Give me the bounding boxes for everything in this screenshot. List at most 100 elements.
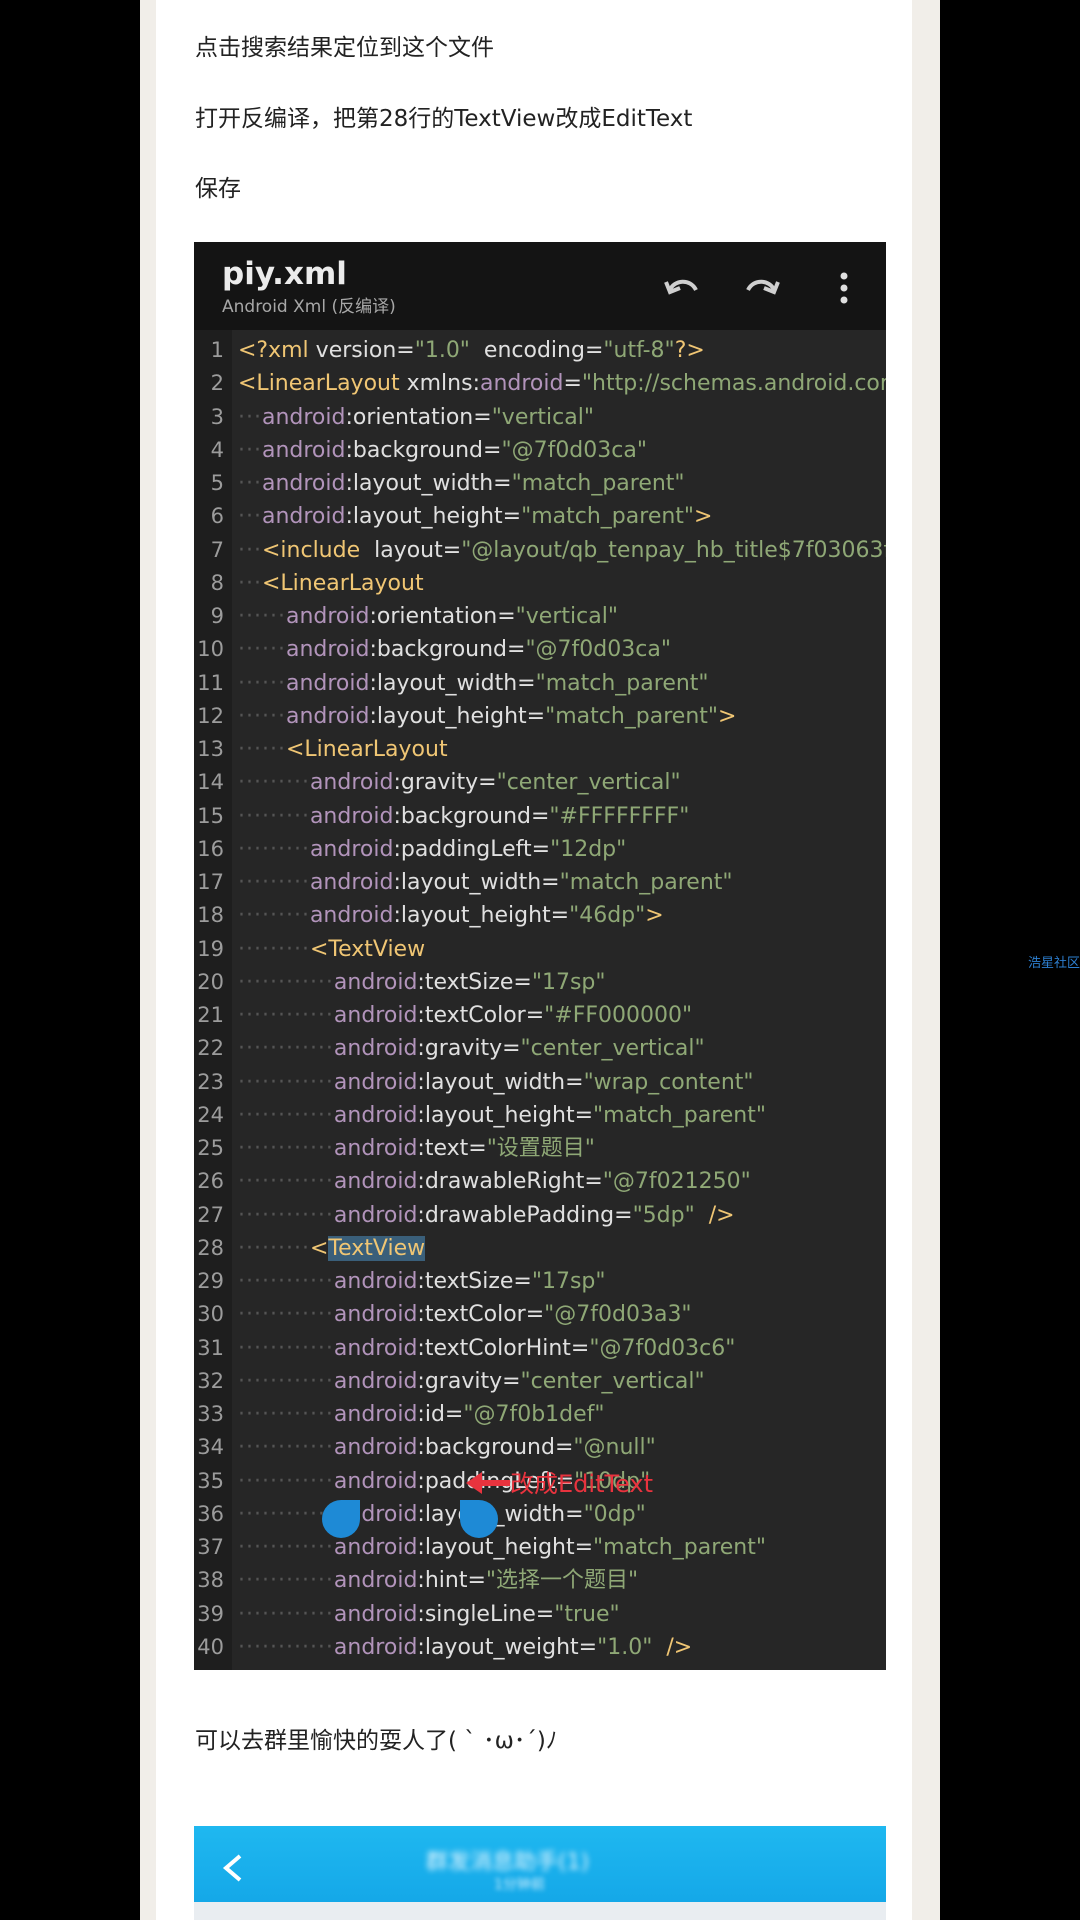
more-options-button[interactable] — [822, 266, 866, 310]
code-line[interactable]: 27 ············android:drawablePadding="5… — [194, 1199, 886, 1232]
code-line[interactable]: 5 ···android:layout_width="match_parent" — [194, 467, 886, 500]
code-token: android — [285, 670, 370, 696]
code-line[interactable]: 36 ············android:layout_width="0dp" — [194, 1498, 886, 1531]
code-line[interactable]: 34 ············android:background="@null" — [194, 1431, 886, 1464]
code-token: <LinearLayout — [261, 570, 424, 596]
selection-handle-right[interactable] — [460, 1500, 498, 1538]
line-content: ············android:layout_height="match… — [238, 1099, 766, 1132]
code-token: :layout_width= — [369, 670, 536, 696]
code-token: :gravity= — [417, 1036, 521, 1062]
line-content: ·········android:layout_width="match_par… — [238, 866, 733, 899]
code-line[interactable]: 31 ············android:textColorHint="@7f… — [194, 1332, 886, 1365]
code-line[interactable]: 24 ············android:layout_height="mat… — [194, 1099, 886, 1132]
code-line[interactable]: 29 ············android:textSize="17sp" — [194, 1265, 886, 1298]
code-token: <LinearLayout — [238, 371, 400, 397]
redo-icon — [746, 279, 780, 295]
code-token: :textColor= — [417, 1003, 545, 1028]
code-line[interactable]: 16 ·········android:paddingLeft="12dp" — [194, 833, 886, 866]
code-token: :layout_height= — [417, 1102, 594, 1128]
code-line[interactable]: 3 ···android:orientation="vertical" — [194, 401, 886, 434]
code-line[interactable]: 23 ············android:layout_width="wrap… — [194, 1066, 886, 1099]
code-token: ········· — [238, 870, 310, 895]
code-line[interactable]: 25 ············android:text="设置题目" — [194, 1132, 886, 1165]
line-content: ······android:background="@7f0d03ca" — [238, 633, 671, 666]
code-token: > — [645, 903, 664, 929]
line-number: 27 — [197, 1202, 224, 1227]
code-line[interactable]: 26 ············android:drawableRight="@7f… — [194, 1165, 886, 1198]
code-line[interactable]: 20 ············android:textSize="17sp" — [194, 966, 886, 999]
line-content: ············android:text="设置题目" — [238, 1132, 595, 1165]
code-token: "match_parent" — [521, 504, 695, 530]
code-line[interactable]: 28 ·········<TextView — [194, 1232, 886, 1265]
line-content: ···android:orientation="vertical" — [238, 401, 594, 434]
code-token: <LinearLayout — [285, 737, 448, 762]
code-token: "5dp" — [632, 1202, 695, 1228]
code-line[interactable]: 15 ·········android:background="#FFFFFFFF… — [194, 800, 886, 833]
code-token: ············ — [238, 1535, 334, 1560]
code-line[interactable]: 17 ·········android:layout_width="match_p… — [194, 866, 886, 899]
code-line[interactable]: 38 ············android:hint="选择一个题目" — [194, 1564, 886, 1597]
line-number: 31 — [197, 1335, 224, 1360]
code-token: :layout_weight= — [417, 1634, 598, 1660]
code-token: android — [309, 903, 394, 929]
line-number: 1 — [210, 338, 224, 362]
line-number: 8 — [210, 570, 224, 595]
code-line[interactable]: 30 ············android:textColor="@7f0d03… — [194, 1298, 886, 1331]
code-token: android — [333, 1435, 418, 1461]
code-token: :id= — [417, 1402, 464, 1427]
code-line[interactable]: 22 ············android:gravity="center_ve… — [194, 1032, 886, 1065]
code-line[interactable]: 33 ············android:id="@7f0b1def" — [194, 1398, 886, 1431]
code-line[interactable]: 10 ······android:background="@7f0d03ca" — [194, 633, 886, 666]
line-content: ············android:gravity="center_vert… — [238, 1032, 705, 1065]
code-line[interactable]: 21 ············android:textColor="#FF0000… — [194, 999, 886, 1032]
code-line[interactable]: 8 ···<LinearLayout — [194, 567, 886, 600]
code-token: "match_parent" — [593, 1102, 766, 1128]
line-number: 34 — [197, 1435, 224, 1460]
redo-button[interactable] — [740, 266, 784, 310]
code-line[interactable]: 32 ············android:gravity="center_ve… — [194, 1365, 886, 1398]
code-token: "17sp" — [531, 1269, 606, 1294]
code-token: ············ — [238, 1335, 334, 1361]
code-token: ··· — [238, 504, 262, 530]
code-token: android — [333, 1269, 418, 1294]
code-token: android — [479, 371, 564, 397]
code-token: android — [261, 471, 346, 496]
back-chevron-icon[interactable] — [214, 1848, 254, 1888]
line-number: 36 — [197, 1501, 224, 1526]
article-paragraph: 保存 — [195, 176, 241, 202]
code-token: ············ — [238, 1136, 334, 1161]
line-number: 17 — [197, 870, 224, 894]
code-line[interactable]: 1 <?xml version="1.0" encoding="utf-8"?> — [194, 334, 886, 367]
watermark: 浩星社区 — [1028, 956, 1080, 971]
code-line[interactable]: 18 ·········android:layout_height="46dp"> — [194, 899, 886, 932]
code-line[interactable]: 9 ······android:orientation="vertical" — [194, 600, 886, 633]
code-line[interactable]: 37 ············android:layout_height="mat… — [194, 1531, 886, 1564]
code-line[interactable]: 12 ······android:layout_height="match_par… — [194, 700, 886, 733]
code-token: ············ — [238, 1368, 334, 1394]
code-line[interactable]: 11 ······android:layout_width="match_pare… — [194, 667, 886, 700]
code-line[interactable]: 40 ············android:layout_weight="1.0… — [194, 1631, 886, 1664]
code-token: "1.0" — [597, 1634, 653, 1660]
line-number: 20 — [197, 969, 224, 994]
code-token: "设置题目" — [486, 1136, 595, 1161]
code-line[interactable]: 6 ···android:layout_height="match_parent"… — [194, 500, 886, 533]
code-line[interactable]: 14 ·········android:gravity="center_verti… — [194, 766, 886, 799]
line-content: ············android:singleLine="true" — [238, 1598, 620, 1631]
selection-handle-left[interactable] — [322, 1500, 360, 1538]
code-line[interactable]: 19 ·········<TextView — [194, 933, 886, 966]
code-token: <?xml — [238, 338, 309, 363]
code-line[interactable]: 7 ···<include layout="@layout/qb_tenpay_h… — [194, 534, 886, 567]
line-number: 33 — [197, 1402, 224, 1426]
code-token: xmlns: — [399, 371, 480, 397]
undo-button[interactable] — [660, 266, 704, 310]
code-line[interactable]: 2 <LinearLayout xmlns:android="http://sch… — [194, 367, 886, 400]
line-content: ·········android:gravity="center_vertica… — [238, 766, 681, 799]
line-content: ···android:layout_height="match_parent"> — [238, 500, 712, 533]
next-screenshot-preview: 群发消息助手(1) 1分钟前 — [194, 1826, 886, 1920]
code-token: ········· — [238, 936, 310, 962]
code-line[interactable]: 13 ······<LinearLayout — [194, 733, 886, 766]
line-content: ············android:layout_weight="1.0" … — [238, 1631, 692, 1664]
code-line[interactable]: 39 ············android:singleLine="true" — [194, 1598, 886, 1631]
line-content: ·········<TextView — [238, 933, 425, 966]
code-line[interactable]: 4 ···android:background="@7f0d03ca" — [194, 434, 886, 467]
